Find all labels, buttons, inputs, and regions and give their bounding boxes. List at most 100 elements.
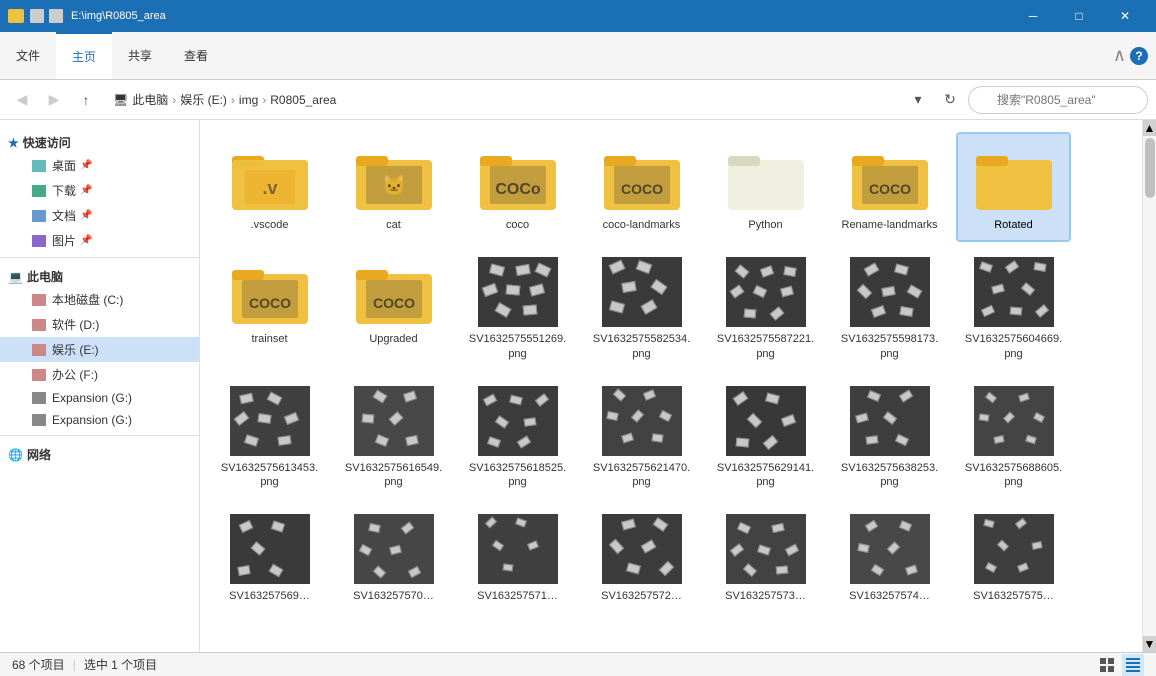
file-item-img9[interactable]: SV1632575621470.png bbox=[584, 375, 699, 500]
grid-view-button[interactable] bbox=[1096, 654, 1118, 676]
scroll-track[interactable] bbox=[1143, 136, 1156, 636]
file-item-img10[interactable]: SV1632575629141.png bbox=[708, 375, 823, 500]
sidebar-label-drive-d: 软件 (D:) bbox=[52, 316, 99, 333]
breadcrumb-item-1[interactable]: 此电脑 bbox=[132, 91, 168, 108]
folder-icon-rotated bbox=[974, 142, 1054, 214]
chip-canvas-18 bbox=[850, 514, 930, 584]
file-item-img8[interactable]: SV1632575618525.png bbox=[460, 375, 575, 500]
close-button[interactable]: ✕ bbox=[1102, 0, 1148, 32]
breadcrumb-dropdown-button[interactable]: ▾ bbox=[904, 86, 932, 114]
file-label-img18: SV163257574… bbox=[849, 589, 930, 603]
sidebar-item-drive-d[interactable]: 软件 (D:) bbox=[0, 312, 199, 337]
drive-c-icon bbox=[32, 294, 46, 306]
file-item-img16[interactable]: SV163257572… bbox=[584, 503, 699, 613]
file-label-img2: SV1632575582534.png bbox=[590, 332, 693, 361]
scrollbar[interactable]: ▲ ▼ bbox=[1142, 120, 1156, 652]
scroll-thumb[interactable] bbox=[1145, 138, 1155, 198]
sidebar-item-downloads[interactable]: 下载 📌 bbox=[0, 178, 199, 203]
file-item-img4[interactable]: SV1632575598173.png bbox=[832, 246, 947, 371]
title-bar-icons bbox=[8, 9, 63, 23]
file-item-coco-landmarks[interactable]: COCO coco-landmarks bbox=[584, 132, 699, 242]
sidebar-item-documents[interactable]: 文档 📌 bbox=[0, 203, 199, 228]
file-item-img15[interactable]: SV163257571… bbox=[460, 503, 575, 613]
file-item-img7[interactable]: SV1632575616549.png bbox=[336, 375, 451, 500]
folder-svg-rotated bbox=[974, 142, 1054, 214]
sidebar-label-drive-f: 办公 (F:) bbox=[52, 366, 98, 383]
chip-canvas-1 bbox=[478, 257, 558, 327]
tab-file[interactable]: 文件 bbox=[0, 32, 56, 79]
file-item-img12[interactable]: SV1632575688605.png bbox=[956, 375, 1071, 500]
tab-share[interactable]: 共享 bbox=[112, 32, 168, 79]
sidebar-item-desktop[interactable]: 桌面 📌 bbox=[0, 153, 199, 178]
file-label-trainset: trainset bbox=[251, 332, 287, 346]
file-item-img6[interactable]: SV1632575613453.png bbox=[212, 375, 327, 500]
file-label-upgraded: Upgraded bbox=[369, 332, 417, 346]
chip-canvas-16 bbox=[602, 514, 682, 584]
status-divider: | bbox=[73, 658, 76, 672]
sidebar-item-pictures[interactable]: 图片 📌 bbox=[0, 228, 199, 253]
file-item-img14[interactable]: SV163257570… bbox=[336, 503, 451, 613]
file-item-img3[interactable]: SV1632575587221.png bbox=[708, 246, 823, 371]
forward-button[interactable]: ▶ bbox=[40, 86, 68, 114]
ribbon-collapse-icon[interactable]: ∧ bbox=[1113, 45, 1126, 66]
file-label-rename-landmarks: Rename-landmarks bbox=[842, 218, 938, 232]
ribbon-right: ∧ ? bbox=[1105, 32, 1156, 79]
tab-home[interactable]: 主页 bbox=[56, 32, 112, 79]
chip-canvas-13 bbox=[230, 514, 310, 584]
search-input[interactable] bbox=[968, 86, 1148, 114]
pin-icon-desktop: 📌 bbox=[80, 160, 92, 171]
file-item-rotated[interactable]: Rotated bbox=[956, 132, 1071, 242]
file-item-coco[interactable]: COCo coco bbox=[460, 132, 575, 242]
breadcrumb-sep-3: › bbox=[262, 93, 266, 107]
sidebar-label-pictures: 图片 bbox=[52, 232, 76, 249]
file-item-img17[interactable]: SV163257573… bbox=[708, 503, 823, 613]
file-item-trainset[interactable]: COCO trainset bbox=[212, 246, 327, 371]
minimize-button[interactable]: ─ bbox=[1010, 0, 1056, 32]
file-item-img18[interactable]: SV163257574… bbox=[832, 503, 947, 613]
file-label-img8: SV1632575618525.png bbox=[466, 461, 569, 490]
file-item-upgraded[interactable]: COCO Upgraded bbox=[336, 246, 451, 371]
sidebar-item-drive-f[interactable]: 办公 (F:) bbox=[0, 362, 199, 387]
scroll-up-button[interactable]: ▲ bbox=[1143, 120, 1156, 136]
img-thumb-6 bbox=[230, 385, 310, 457]
file-label-img3: SV1632575587221.png bbox=[714, 332, 817, 361]
chip-canvas-2 bbox=[602, 257, 682, 327]
file-label-img5: SV1632575604669.png bbox=[962, 332, 1065, 361]
file-item-img13[interactable]: SV163257569… bbox=[212, 503, 327, 613]
tab-view[interactable]: 查看 bbox=[168, 32, 224, 79]
detail-view-button[interactable] bbox=[1122, 654, 1144, 676]
svg-text:COCO: COCO bbox=[621, 181, 663, 197]
sidebar-item-drive-g1[interactable]: Expansion (G:) bbox=[0, 387, 199, 409]
scroll-down-button[interactable]: ▼ bbox=[1143, 636, 1156, 652]
folder-svg-vscode: .v bbox=[230, 142, 310, 214]
file-item-img19[interactable]: SV163257575… bbox=[956, 503, 1071, 613]
back-button[interactable]: ◀ bbox=[8, 86, 36, 114]
sidebar-item-drive-g2[interactable]: Expansion (G:) bbox=[0, 409, 199, 431]
refresh-button[interactable]: ↻ bbox=[936, 86, 964, 114]
maximize-button[interactable]: □ bbox=[1056, 0, 1102, 32]
file-label-img11: SV1632575638253.png bbox=[838, 461, 941, 490]
file-item-img11[interactable]: SV1632575638253.png bbox=[832, 375, 947, 500]
chip-canvas-7 bbox=[354, 386, 434, 456]
file-item-img2[interactable]: SV1632575582534.png bbox=[584, 246, 699, 371]
sidebar-item-drive-e[interactable]: 娱乐 (E:) bbox=[0, 337, 199, 362]
file-item-cat[interactable]: 🐱 cat bbox=[336, 132, 451, 242]
file-label-coco-landmarks: coco-landmarks bbox=[603, 218, 681, 232]
file-item-vscode[interactable]: .v .vscode bbox=[212, 132, 327, 242]
folder-icon-cat: 🐱 bbox=[354, 142, 434, 214]
sidebar-item-drive-c[interactable]: 本地磁盘 (C:) bbox=[0, 287, 199, 312]
network-icon: 🌐 bbox=[8, 448, 23, 462]
breadcrumb-item-2[interactable]: 娱乐 (E:) bbox=[180, 91, 227, 108]
file-item-python[interactable]: Python bbox=[708, 132, 823, 242]
title-bar-controls: ─ □ ✕ bbox=[1010, 0, 1148, 32]
breadcrumb[interactable]: 🖥 此电脑 › 娱乐 (E:) › img › R0805_area bbox=[104, 86, 898, 114]
breadcrumb-item-3[interactable]: img bbox=[239, 93, 258, 107]
file-item-img5[interactable]: SV1632575604669.png bbox=[956, 246, 1071, 371]
img-thumb-7 bbox=[354, 385, 434, 457]
file-item-rename-landmarks[interactable]: COCO Rename-landmarks bbox=[832, 132, 947, 242]
file-item-img1[interactable]: SV1632575551269.png bbox=[460, 246, 575, 371]
grid-view-icon bbox=[1100, 658, 1114, 672]
breadcrumb-item-4[interactable]: R0805_area bbox=[270, 93, 336, 107]
up-button[interactable]: ↑ bbox=[72, 86, 100, 114]
help-icon[interactable]: ? bbox=[1130, 47, 1148, 65]
